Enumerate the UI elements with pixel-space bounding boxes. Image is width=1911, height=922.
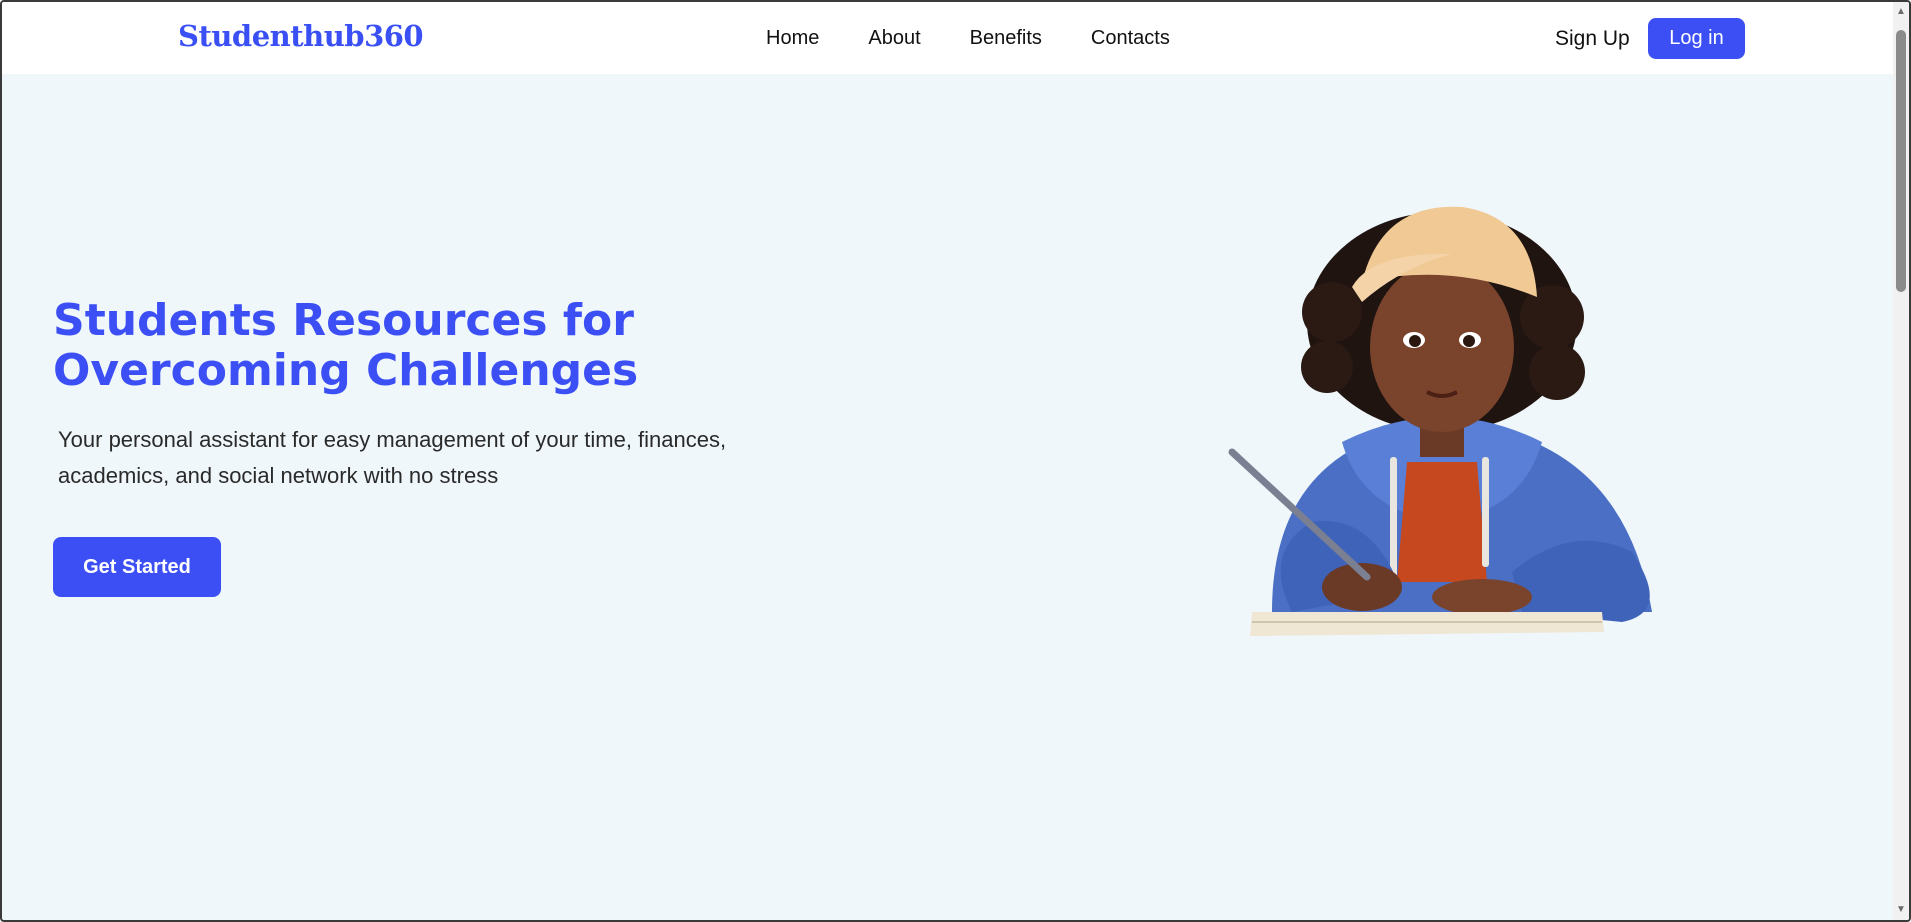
sign-up-link[interactable]: Sign Up [1555, 27, 1630, 51]
site-header: Studenthub360 Home About Benefits Contac… [2, 2, 1895, 74]
scroll-down-arrow-icon[interactable]: ▼ [1893, 902, 1909, 918]
nav-benefits-link[interactable]: Benefits [970, 27, 1042, 50]
main-nav: Home About Benefits Contacts [766, 27, 1219, 50]
nav-contacts-link[interactable]: Contacts [1091, 27, 1170, 50]
site-logo[interactable]: Studenthub360 [178, 19, 424, 53]
log-in-button[interactable]: Log in [1648, 18, 1745, 59]
vertical-scrollbar[interactable]: ▲ ▼ [1893, 2, 1909, 920]
nav-home-link[interactable]: Home [766, 27, 819, 50]
scroll-up-arrow-icon[interactable]: ▲ [1893, 4, 1909, 20]
scrollbar-thumb[interactable] [1896, 30, 1906, 292]
browser-viewport: Studenthub360 Home About Benefits Contac… [0, 0, 1911, 922]
nav-about-link[interactable]: About [868, 27, 920, 50]
hero-title: Students Resources for Overcoming Challe… [53, 295, 639, 396]
hero-subtitle: Your personal assistant for easy managem… [58, 427, 727, 488]
student-writing-illustration [1228, 206, 1652, 636]
get-started-button[interactable]: Get Started [53, 537, 221, 597]
